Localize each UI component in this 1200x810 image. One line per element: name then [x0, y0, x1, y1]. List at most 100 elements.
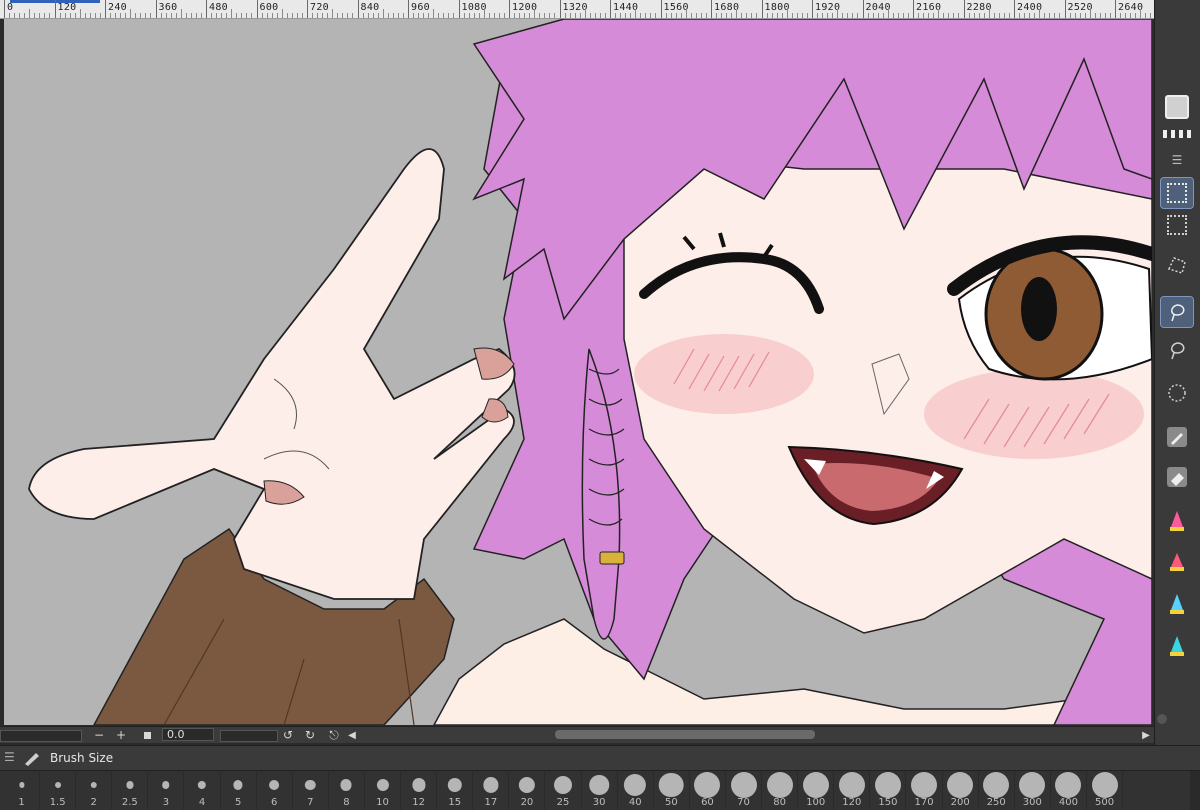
ruler-minor-tick [185, 13, 187, 18]
ellipse-select-icon[interactable] [1161, 378, 1193, 408]
ruler-minor-tick [584, 9, 586, 18]
ruler-minor-tick [498, 13, 500, 18]
ruler-minor-tick [94, 13, 96, 18]
brush-size-option[interactable]: 400 [1051, 771, 1087, 810]
ruler-tick [458, 0, 460, 18]
brush-size-option[interactable]: 1 [4, 771, 41, 810]
selection-pen-icon[interactable] [1161, 422, 1193, 452]
ruler-minor-tick [1008, 13, 1010, 18]
ruler-minor-tick [766, 13, 768, 18]
brush-size-option[interactable]: 25 [546, 771, 582, 810]
ruler-tick [862, 0, 864, 18]
brush-size-option[interactable]: 250 [979, 771, 1015, 810]
zoom-value-field[interactable]: 0.0 [162, 728, 214, 741]
brush-red-icon[interactable] [1161, 545, 1193, 575]
panel-menu-icon[interactable]: ☰ [1161, 150, 1193, 170]
toolbar-scroll-icon[interactable] [1155, 712, 1200, 726]
brush-size-option[interactable]: 30 [582, 771, 618, 810]
brush-size-option[interactable]: 170 [907, 771, 943, 810]
ruler-tick [307, 0, 308, 18]
brush-size-option[interactable]: 6 [257, 771, 293, 810]
ruler-minor-tick [1135, 13, 1137, 18]
brush-size-option[interactable]: 1.5 [40, 771, 77, 810]
ruler-label: 720 [310, 2, 329, 13]
lasso-select-alt-icon[interactable] [1161, 335, 1193, 365]
brush-size-option[interactable]: 10 [365, 771, 402, 810]
horizontal-scrollbar[interactable] [555, 730, 815, 739]
ruler-minor-tick [453, 13, 455, 18]
ruler-minor-tick [514, 13, 516, 18]
brush-size-option[interactable]: 5 [221, 771, 257, 810]
rotation-slider[interactable] [220, 730, 278, 742]
brush-size-option[interactable]: 200 [943, 771, 979, 810]
brush-size-option[interactable]: 3 [148, 771, 185, 810]
ruler-tick [812, 0, 813, 18]
brush-size-option[interactable]: 500 [1087, 771, 1124, 810]
drawing-canvas[interactable] [4, 19, 1152, 725]
brush-size-option[interactable]: 8 [329, 771, 365, 810]
rect-select-icon[interactable] [1160, 177, 1194, 209]
reset-rotation-icon[interactable]: ⎋ [326, 727, 342, 743]
brush-size-dot [126, 781, 134, 789]
brush-size-option[interactable]: 2 [76, 771, 113, 810]
brush-size-label: 50 [664, 797, 678, 808]
brush-size-option[interactable]: 4 [185, 771, 221, 810]
brush-size-dot [18, 782, 25, 788]
brush-size-option[interactable]: 120 [834, 771, 871, 810]
zoom-slider[interactable] [0, 730, 82, 742]
brush-size-option[interactable]: 15 [437, 771, 474, 810]
fit-button[interactable] [138, 727, 156, 743]
rect-select-alt-icon[interactable] [1161, 210, 1193, 240]
brush-size-panel: ☰ Brush Size 1 1.5 2 2.5 3 4 5 6 7 8 10 12 15 17 20 25 3… [0, 745, 1200, 810]
blush-right [924, 369, 1144, 459]
ruler-minor-tick [1019, 13, 1021, 18]
brush-size-dot [90, 781, 97, 789]
ruler-minor-tick [428, 13, 430, 18]
brush-size-option[interactable]: 40 [618, 771, 654, 810]
lasso-select-icon[interactable] [1160, 296, 1194, 328]
zoom-in-button[interactable]: + [112, 727, 130, 743]
ruler-minor-tick [397, 13, 399, 18]
brush-size-option[interactable]: 7 [293, 771, 329, 810]
polyline-select-icon[interactable] [1161, 250, 1193, 280]
selection-eraser-icon[interactable] [1161, 462, 1193, 492]
zoom-out-button[interactable]: − [90, 727, 108, 743]
ruler-minor-tick [160, 13, 162, 18]
brush-blue-icon[interactable] [1161, 588, 1193, 618]
brush-size-dot [838, 772, 865, 798]
rotate-right-icon[interactable]: ↻ [302, 727, 318, 743]
brush-size-option[interactable]: 12 [401, 771, 438, 810]
brush-size-option[interactable]: 80 [762, 771, 799, 810]
rotate-left-icon[interactable]: ↺ [280, 727, 296, 743]
pattern-icon[interactable] [1161, 124, 1193, 144]
brush-size-option[interactable]: 20 [509, 771, 546, 810]
ruler-minor-tick [448, 13, 450, 18]
ruler-minor-tick [806, 13, 808, 18]
ruler-minor-tick [200, 13, 202, 18]
ruler-minor-tick [286, 13, 288, 18]
panel-menu-icon[interactable]: ☰ [4, 750, 15, 764]
brush-size-label: 120 [842, 797, 862, 808]
brush-size-option[interactable]: 50 [654, 771, 690, 810]
brush-size-option[interactable]: 17 [473, 771, 510, 810]
ruler-minor-tick [640, 13, 642, 18]
brush-size-option[interactable]: 300 [1015, 771, 1051, 810]
ruler-minor-tick [827, 13, 829, 18]
ruler-minor-tick [887, 9, 889, 18]
brush-pink-icon[interactable] [1161, 505, 1193, 535]
ruler-minor-tick [519, 13, 521, 18]
brush-size-option[interactable]: 2.5 [112, 771, 149, 810]
brush-size-option[interactable]: 150 [870, 771, 907, 810]
ruler-minor-tick [1125, 13, 1127, 18]
color-swatch-icon[interactable] [1161, 92, 1193, 122]
brush-panel-scrollbar[interactable] [1190, 771, 1200, 810]
brush-size-option[interactable]: 60 [690, 771, 726, 810]
brush-size-option[interactable]: 70 [726, 771, 763, 810]
scroll-right-icon[interactable]: ▶ [1140, 727, 1152, 743]
ruler-minor-tick [64, 13, 66, 18]
ruler-minor-tick [625, 13, 627, 18]
brush-size-option[interactable]: 100 [798, 771, 835, 810]
brush-cyan-icon[interactable] [1161, 630, 1193, 660]
brush-size-dot [340, 779, 352, 791]
collapse-icon[interactable]: ◀ [346, 727, 358, 743]
